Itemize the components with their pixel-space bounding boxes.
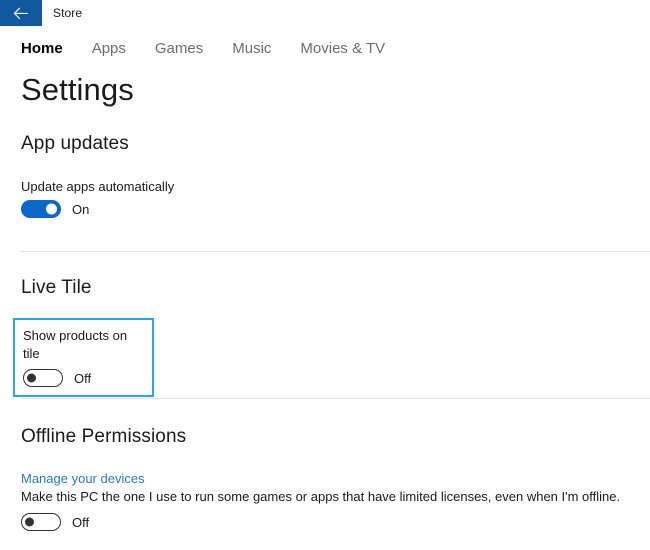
show-products-toggle-state: Off: [74, 370, 92, 386]
show-products-toggle-row: Off: [23, 369, 143, 388]
page-title: Settings: [21, 72, 134, 107]
nav-tabs: Home Apps Games Music Movies & TV: [0, 26, 650, 57]
nav-tab-home[interactable]: Home: [21, 40, 63, 57]
nav-tab-music[interactable]: Music: [232, 40, 271, 57]
section-heading-offline-permissions: Offline Permissions: [21, 426, 187, 447]
nav-tab-games[interactable]: Games: [155, 40, 203, 57]
show-products-toggle[interactable]: [23, 369, 63, 388]
toggle-knob-icon: [25, 517, 34, 527]
back-arrow-icon: [13, 7, 29, 20]
update-apps-toggle-state: On: [72, 201, 90, 217]
toggle-knob-icon: [27, 373, 36, 383]
offline-permissions-toggle-state: Off: [72, 514, 90, 530]
update-apps-toggle-row: On: [21, 200, 89, 218]
offline-permissions-description: Make this PC the one I use to run some g…: [21, 489, 621, 504]
toggle-knob-icon: [46, 203, 57, 215]
back-button[interactable]: [0, 0, 42, 26]
update-apps-toggle[interactable]: [21, 200, 61, 218]
app-title: Store: [53, 6, 83, 20]
section-divider: [21, 251, 650, 252]
section-heading-app-updates: App updates: [21, 133, 129, 154]
section-divider: [21, 398, 650, 399]
title-bar: Store: [0, 0, 650, 26]
manage-your-devices-link[interactable]: Manage your devices: [21, 471, 145, 486]
nav-tab-apps[interactable]: Apps: [92, 40, 126, 57]
section-heading-live-tile: Live Tile: [21, 277, 92, 298]
show-products-on-tile-focus-box[interactable]: Show products on tile Off: [13, 318, 154, 398]
nav-tab-movies-tv[interactable]: Movies & TV: [300, 40, 385, 57]
label-show-products-on-tile: Show products on tile: [23, 328, 128, 361]
offline-permissions-toggle[interactable]: [21, 513, 61, 531]
offline-permissions-toggle-row: Off: [21, 513, 89, 531]
label-update-apps-automatically: Update apps automatically: [21, 179, 175, 194]
